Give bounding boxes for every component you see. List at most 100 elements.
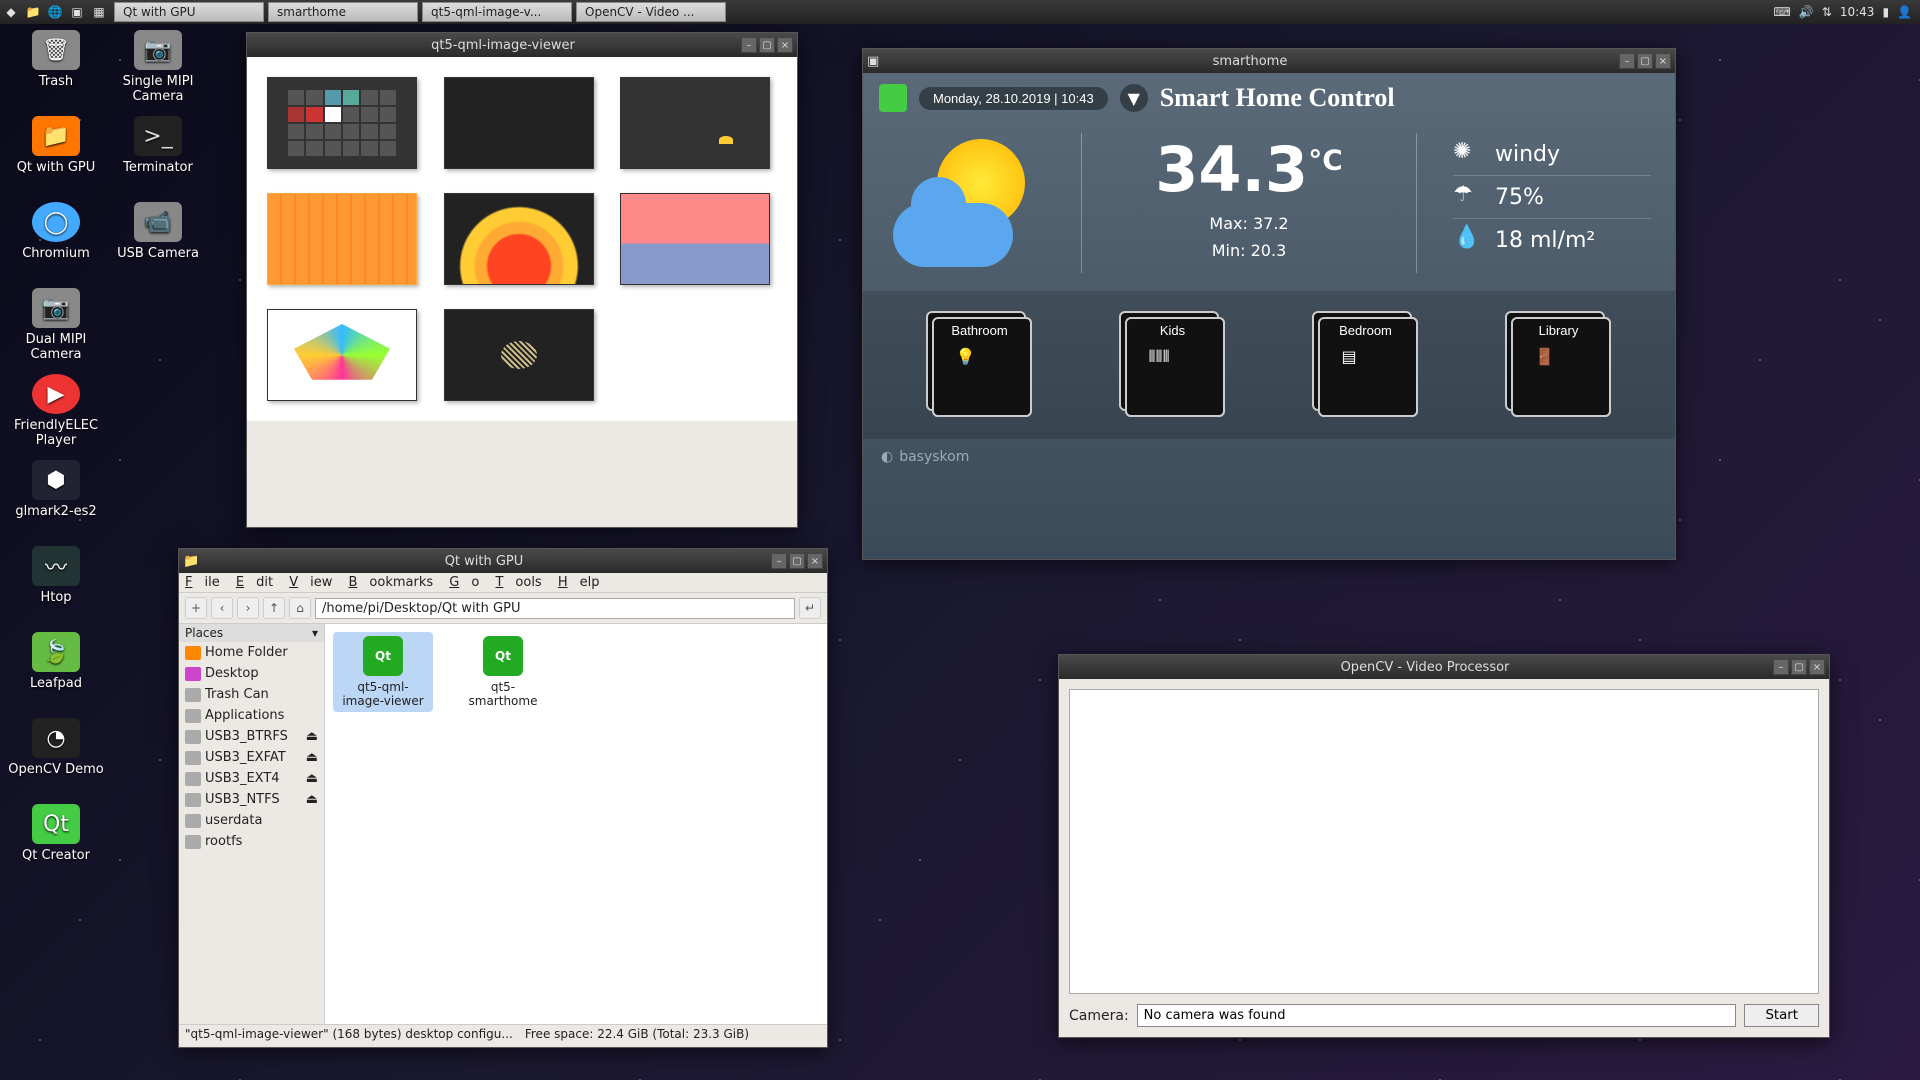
network-icon[interactable]: ⇅ — [1822, 5, 1832, 19]
app-menu-icon[interactable]: ◆ — [0, 1, 22, 23]
keyboard-indicator-icon[interactable]: ⌨ — [1774, 5, 1791, 19]
place-usb-exfat[interactable]: USB3_EXFAT⏏ — [179, 747, 324, 768]
taskbar-task-qt[interactable]: Qt with GPU — [114, 2, 264, 22]
places-header: Places▾ — [179, 624, 324, 642]
browser-launcher-icon[interactable]: 🌐 — [44, 1, 66, 23]
desktop-icon-usb-camera[interactable]: 📹USB Camera — [110, 202, 206, 282]
place-usb-ntfs[interactable]: USB3_NTFS⏏ — [179, 789, 324, 810]
menu-help[interactable]: Help — [558, 575, 600, 590]
close-button[interactable]: × — [777, 37, 793, 53]
desktop-icon-leafpad[interactable]: 🍃Leafpad — [8, 632, 104, 712]
nav-back-button[interactable]: ‹ — [211, 597, 233, 619]
desktop-icon-htop[interactable]: 〰Htop — [8, 546, 104, 626]
menu-view[interactable]: View — [289, 575, 332, 590]
eject-icon[interactable]: ⏏ — [306, 729, 318, 744]
place-rootfs[interactable]: rootfs — [179, 831, 324, 852]
close-button[interactable]: × — [1655, 53, 1671, 69]
chevron-down-icon[interactable]: ▾ — [312, 626, 318, 640]
menu-file[interactable]: File — [185, 575, 220, 590]
room-bathroom[interactable]: Bathroom💡 — [920, 305, 1040, 425]
minimize-button[interactable]: – — [741, 37, 757, 53]
user-icon[interactable]: 👤 — [1897, 5, 1912, 19]
menu-go[interactable]: Go — [449, 575, 479, 590]
titlebar[interactable]: 📁 Qt with GPU – ▢ × — [179, 549, 827, 573]
thumbnail[interactable] — [620, 77, 770, 169]
thumbnail[interactable] — [444, 193, 594, 285]
eject-icon[interactable]: ⏏ — [306, 792, 318, 807]
menu-tools[interactable]: Tools — [495, 575, 541, 590]
thumbnail[interactable] — [444, 309, 594, 401]
place-userdata[interactable]: userdata — [179, 810, 324, 831]
date-display: Monday, 28.10.2019 | 10:43 — [919, 87, 1108, 110]
file-label: qt5-qml-image-viewer — [342, 680, 423, 708]
drive-icon — [185, 835, 201, 849]
desktop-icon-qtcreator[interactable]: QtQt Creator — [8, 804, 104, 884]
thumbnail[interactable] — [267, 309, 417, 401]
path-input[interactable] — [315, 598, 795, 619]
maximize-button[interactable]: ▢ — [1637, 53, 1653, 69]
thumbnail[interactable] — [267, 193, 417, 285]
desktop-icon-qt-gpu[interactable]: 📁Qt with GPU — [8, 116, 104, 196]
battery-icon[interactable]: ▮ — [1882, 5, 1889, 19]
desktop-icon-opencv-demo[interactable]: ◔OpenCV Demo — [8, 718, 104, 798]
minimize-button[interactable]: – — [1619, 53, 1635, 69]
room-kids[interactable]: Kids⦀⦀⦀ — [1113, 305, 1233, 425]
thumbnail[interactable] — [444, 77, 594, 169]
place-usb-btrfs[interactable]: USB3_BTRFS⏏ — [179, 726, 324, 747]
maximize-button[interactable]: ▢ — [759, 37, 775, 53]
file-item-smarthome[interactable]: Qtqt5-smarthome — [453, 632, 553, 712]
thumbnail[interactable] — [267, 77, 417, 169]
place-desktop[interactable]: Desktop — [179, 663, 324, 684]
maximize-button[interactable]: ▢ — [1791, 659, 1807, 675]
taskbar-task-viewer[interactable]: qt5-qml-image-v... — [422, 2, 572, 22]
eject-icon[interactable]: ⏏ — [306, 771, 318, 786]
place-trash[interactable]: Trash Can — [179, 684, 324, 705]
volume-icon[interactable]: 🔊 — [1799, 5, 1814, 19]
taskbar-task-smarthome[interactable]: smarthome — [268, 2, 418, 22]
titlebar[interactable]: qt5-qml-image-viewer – ▢ × — [247, 33, 797, 57]
nav-up-button[interactable]: ↑ — [263, 597, 285, 619]
close-button[interactable]: × — [1809, 659, 1825, 675]
go-button[interactable]: ↵ — [799, 597, 821, 619]
desktop-icon-terminator[interactable]: >_Terminator — [110, 116, 206, 196]
titlebar[interactable]: OpenCV - Video Processor – ▢ × — [1059, 655, 1829, 679]
desktop-icon-glmark2[interactable]: ⬢glmark2-es2 — [8, 460, 104, 540]
nav-home-button[interactable]: ⌂ — [289, 597, 311, 619]
new-tab-button[interactable]: + — [185, 597, 207, 619]
place-usb-ext4[interactable]: USB3_EXT4⏏ — [179, 768, 324, 789]
minimize-button[interactable]: – — [771, 553, 787, 569]
window-image-viewer: qt5-qml-image-viewer – ▢ × — [246, 32, 798, 528]
desktop-icon-trash[interactable]: 🗑Trash — [8, 30, 104, 110]
desktop-icon-dual-mipi[interactable]: 📷Dual MIPI Camera — [8, 288, 104, 368]
eject-icon[interactable]: ⏏ — [306, 750, 318, 765]
desktop-icon-single-mipi[interactable]: 📷Single MIPI Camera — [110, 30, 206, 110]
menu-bookmarks[interactable]: Bookmarks — [348, 575, 433, 590]
room-library[interactable]: Library🚪 — [1499, 305, 1619, 425]
start-button[interactable]: Start — [1744, 1004, 1819, 1027]
door-icon: 🚪 — [1535, 347, 1579, 397]
minimize-button[interactable]: – — [1773, 659, 1789, 675]
titlebar[interactable]: ▣ smarthome – ▢ × — [863, 49, 1675, 73]
file-item-viewer[interactable]: Qt qt5-qml-image-viewer — [333, 632, 433, 712]
room-bedroom[interactable]: Bedroom▤ — [1306, 305, 1426, 425]
file-pane[interactable]: Qt qt5-qml-image-viewer Qtqt5-smarthome — [325, 624, 827, 1024]
terminal-launcher-icon[interactable]: ▣ — [66, 1, 88, 23]
qt-icon: Qt — [363, 636, 403, 676]
place-home[interactable]: Home Folder — [179, 642, 324, 663]
maximize-button[interactable]: ▢ — [789, 553, 805, 569]
taskbar-task-opencv[interactable]: OpenCV - Video ... — [576, 2, 726, 22]
close-button[interactable]: × — [807, 553, 823, 569]
menu-edit[interactable]: Edit — [236, 575, 273, 590]
company-logo-icon: ◐ — [881, 449, 893, 465]
camera-input[interactable] — [1137, 1004, 1737, 1027]
place-applications[interactable]: Applications — [179, 705, 324, 726]
workspace-switcher-icon[interactable]: ▦ — [88, 1, 110, 23]
opencv-icon: ◔ — [32, 718, 80, 758]
dropdown-icon[interactable]: ▼ — [1120, 84, 1148, 112]
files-launcher-icon[interactable]: 📁 — [22, 1, 44, 23]
nav-forward-button[interactable]: › — [237, 597, 259, 619]
clock[interactable]: 10:43 — [1840, 5, 1875, 19]
desktop-icon-chromium[interactable]: ◯Chromium — [8, 202, 104, 282]
thumbnail[interactable] — [620, 193, 770, 285]
desktop-icon-player[interactable]: ▶FriendlyELEC Player — [8, 374, 104, 454]
